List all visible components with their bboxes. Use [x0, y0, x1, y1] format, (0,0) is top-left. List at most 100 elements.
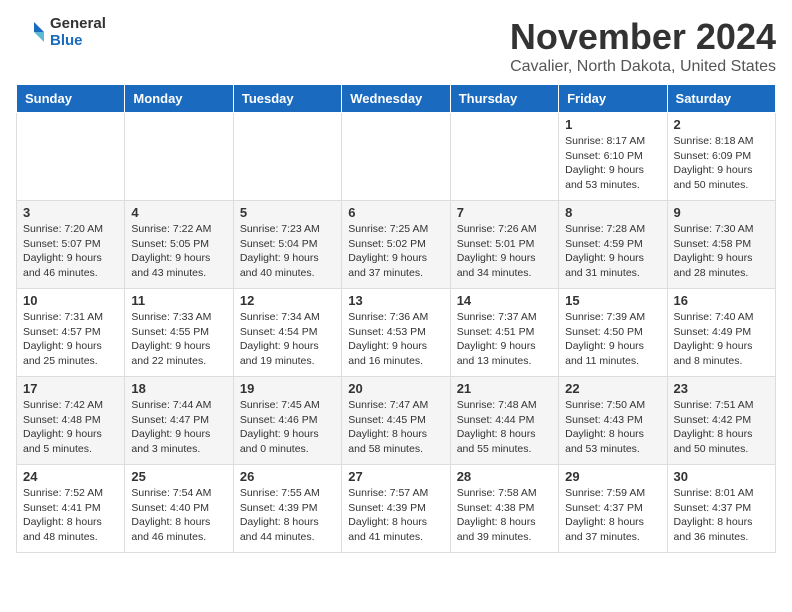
calendar-cell: 7 Sunrise: 7:26 AM Sunset: 5:01 PM Daylig… — [450, 201, 558, 289]
day-info: Sunrise: 8:01 AM Sunset: 4:37 PM Dayligh… — [674, 486, 769, 545]
weekday-header-monday: Monday — [125, 85, 233, 113]
calendar-cell — [233, 113, 341, 201]
calendar-cell: 28Sunrise: 7:58 AM Sunset: 4:38 PM Dayli… — [450, 465, 558, 553]
calendar-cell: 4Sunrise: 7:22 AM Sunset: 5:05 PM Daylig… — [125, 201, 233, 289]
day-number: 12 — [240, 293, 335, 308]
day-info: Sunrise: 7:54 AM Sunset: 4:40 PM Dayligh… — [131, 486, 226, 545]
day-info: Sunrise: 7:34 AM Sunset: 4:54 PM Dayligh… — [240, 310, 335, 369]
day-number: 14 — [457, 293, 552, 308]
day-info: Sunrise: 7:23 AM Sunset: 5:04 PM Dayligh… — [240, 222, 335, 281]
calendar-cell: 30 Sunrise: 8:01 AM Sunset: 4:37 PM Dayli… — [667, 465, 775, 553]
day-number: 23 — [674, 381, 769, 396]
day-number: 21 — [457, 381, 552, 396]
calendar-cell: 20 Sunrise: 7:47 AM Sunset: 4:45 PM Dayli… — [342, 377, 450, 465]
calendar-cell: 16Sunrise: 7:40 AM Sunset: 4:49 PM Dayli… — [667, 289, 775, 377]
logo-icon — [16, 18, 46, 48]
day-number: 1 — [565, 117, 660, 132]
day-info: Sunrise: 7:22 AM Sunset: 5:05 PM Dayligh… — [131, 222, 226, 281]
calendar-cell: 8 Sunrise: 7:28 AM Sunset: 4:59 PM Daylig… — [559, 201, 667, 289]
calendar-cell: 5 Sunrise: 7:23 AM Sunset: 5:04 PM Daylig… — [233, 201, 341, 289]
day-info: Sunrise: 7:31 AM Sunset: 4:57 PM Dayligh… — [23, 310, 118, 369]
calendar-cell — [450, 113, 558, 201]
day-info: Sunrise: 7:30 AM Sunset: 4:58 PM Dayligh… — [674, 222, 769, 281]
logo-blue-label: Blue — [50, 33, 106, 50]
day-number: 8 — [565, 205, 660, 220]
calendar-cell: 9 Sunrise: 7:30 AM Sunset: 4:58 PM Daylig… — [667, 201, 775, 289]
day-number: 30 — [674, 469, 769, 484]
weekday-header-sunday: Sunday — [17, 85, 125, 113]
day-info: Sunrise: 7:45 AM Sunset: 4:46 PM Dayligh… — [240, 398, 335, 457]
calendar-cell: 11 Sunrise: 7:33 AM Sunset: 4:55 PM Dayli… — [125, 289, 233, 377]
calendar-cell: 17Sunrise: 7:42 AM Sunset: 4:48 PM Dayli… — [17, 377, 125, 465]
day-info: Sunrise: 7:42 AM Sunset: 4:48 PM Dayligh… — [23, 398, 118, 457]
day-number: 27 — [348, 469, 443, 484]
weekday-header-thursday: Thursday — [450, 85, 558, 113]
day-info: Sunrise: 7:57 AM Sunset: 4:39 PM Dayligh… — [348, 486, 443, 545]
calendar-cell: 18 Sunrise: 7:44 AM Sunset: 4:47 PM Dayli… — [125, 377, 233, 465]
calendar-cell: 29 Sunrise: 7:59 AM Sunset: 4:37 PM Dayli… — [559, 465, 667, 553]
day-info: Sunrise: 8:18 AM Sunset: 6:09 PM Dayligh… — [674, 134, 769, 193]
calendar-cell: 10 Sunrise: 7:31 AM Sunset: 4:57 PM Dayli… — [17, 289, 125, 377]
month-title: November 2024 — [510, 16, 776, 58]
weekday-header-tuesday: Tuesday — [233, 85, 341, 113]
day-info: Sunrise: 7:52 AM Sunset: 4:41 PM Dayligh… — [23, 486, 118, 545]
day-info: Sunrise: 7:25 AM Sunset: 5:02 PM Dayligh… — [348, 222, 443, 281]
day-number: 11 — [131, 293, 226, 308]
week-row-3: 10 Sunrise: 7:31 AM Sunset: 4:57 PM Dayli… — [17, 289, 776, 377]
day-info: Sunrise: 8:17 AM Sunset: 6:10 PM Dayligh… — [565, 134, 660, 193]
week-row-1: 1 Sunrise: 8:17 AM Sunset: 6:10 PM Daylig… — [17, 113, 776, 201]
calendar-cell: 24 Sunrise: 7:52 AM Sunset: 4:41 PM Dayli… — [17, 465, 125, 553]
header: General Blue November 2024 Cavalier, Nor… — [16, 16, 776, 76]
calendar-cell: 3Sunrise: 7:20 AM Sunset: 5:07 PM Daylig… — [17, 201, 125, 289]
day-info: Sunrise: 7:26 AM Sunset: 5:01 PM Dayligh… — [457, 222, 552, 281]
day-info: Sunrise: 7:36 AM Sunset: 4:53 PM Dayligh… — [348, 310, 443, 369]
day-number: 24 — [23, 469, 118, 484]
day-number: 29 — [565, 469, 660, 484]
calendar-cell: 6 Sunrise: 7:25 AM Sunset: 5:02 PM Daylig… — [342, 201, 450, 289]
day-number: 22 — [565, 381, 660, 396]
day-number: 18 — [131, 381, 226, 396]
day-info: Sunrise: 7:59 AM Sunset: 4:37 PM Dayligh… — [565, 486, 660, 545]
day-number: 25 — [131, 469, 226, 484]
calendar-cell: 1 Sunrise: 8:17 AM Sunset: 6:10 PM Daylig… — [559, 113, 667, 201]
weekday-header-row: SundayMondayTuesdayWednesdayThursdayFrid… — [17, 85, 776, 113]
day-info: Sunrise: 7:33 AM Sunset: 4:55 PM Dayligh… — [131, 310, 226, 369]
day-number: 26 — [240, 469, 335, 484]
weekday-header-wednesday: Wednesday — [342, 85, 450, 113]
day-info: Sunrise: 7:20 AM Sunset: 5:07 PM Dayligh… — [23, 222, 118, 281]
calendar-cell: 2Sunrise: 8:18 AM Sunset: 6:09 PM Daylig… — [667, 113, 775, 201]
calendar-cell: 21 Sunrise: 7:48 AM Sunset: 4:44 PM Dayli… — [450, 377, 558, 465]
week-row-5: 24 Sunrise: 7:52 AM Sunset: 4:41 PM Dayli… — [17, 465, 776, 553]
day-info: Sunrise: 7:48 AM Sunset: 4:44 PM Dayligh… — [457, 398, 552, 457]
day-info: Sunrise: 7:28 AM Sunset: 4:59 PM Dayligh… — [565, 222, 660, 281]
day-info: Sunrise: 7:50 AM Sunset: 4:43 PM Dayligh… — [565, 398, 660, 457]
week-row-4: 17Sunrise: 7:42 AM Sunset: 4:48 PM Dayli… — [17, 377, 776, 465]
day-info: Sunrise: 7:44 AM Sunset: 4:47 PM Dayligh… — [131, 398, 226, 457]
day-number: 16 — [674, 293, 769, 308]
calendar-cell: 15 Sunrise: 7:39 AM Sunset: 4:50 PM Dayli… — [559, 289, 667, 377]
day-number: 19 — [240, 381, 335, 396]
day-info: Sunrise: 7:37 AM Sunset: 4:51 PM Dayligh… — [457, 310, 552, 369]
day-number: 6 — [348, 205, 443, 220]
calendar-cell: 27 Sunrise: 7:57 AM Sunset: 4:39 PM Dayli… — [342, 465, 450, 553]
day-info: Sunrise: 7:47 AM Sunset: 4:45 PM Dayligh… — [348, 398, 443, 457]
weekday-header-friday: Friday — [559, 85, 667, 113]
day-number: 20 — [348, 381, 443, 396]
week-row-2: 3Sunrise: 7:20 AM Sunset: 5:07 PM Daylig… — [17, 201, 776, 289]
day-number: 5 — [240, 205, 335, 220]
day-number: 7 — [457, 205, 552, 220]
day-info: Sunrise: 7:39 AM Sunset: 4:50 PM Dayligh… — [565, 310, 660, 369]
day-info: Sunrise: 7:55 AM Sunset: 4:39 PM Dayligh… — [240, 486, 335, 545]
day-number: 9 — [674, 205, 769, 220]
calendar-cell: 23Sunrise: 7:51 AM Sunset: 4:42 PM Dayli… — [667, 377, 775, 465]
day-number: 13 — [348, 293, 443, 308]
calendar-cell — [125, 113, 233, 201]
day-number: 15 — [565, 293, 660, 308]
calendar-cell: 12 Sunrise: 7:34 AM Sunset: 4:54 PM Dayli… — [233, 289, 341, 377]
title-area: November 2024 Cavalier, North Dakota, Un… — [510, 16, 776, 76]
day-info: Sunrise: 7:58 AM Sunset: 4:38 PM Dayligh… — [457, 486, 552, 545]
calendar-table: SundayMondayTuesdayWednesdayThursdayFrid… — [16, 84, 776, 553]
day-number: 10 — [23, 293, 118, 308]
calendar-cell: 22 Sunrise: 7:50 AM Sunset: 4:43 PM Dayli… — [559, 377, 667, 465]
calendar-cell — [342, 113, 450, 201]
